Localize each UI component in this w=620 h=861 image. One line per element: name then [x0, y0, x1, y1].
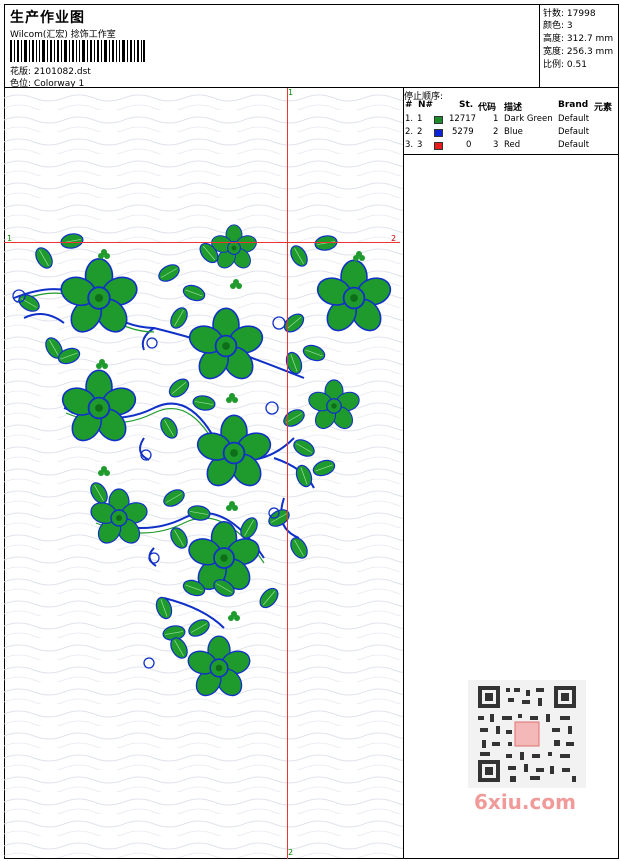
col-stitches: St. — [459, 100, 474, 110]
watermark-text: 6xiu.com — [474, 790, 576, 814]
embroidery-preview — [4, 88, 403, 859]
panel-divider — [404, 154, 619, 155]
studio-name: Wilcom(汇宏) 捻饰工作室 — [10, 30, 116, 40]
color-swatch — [434, 129, 443, 137]
guide-label-bottom: 2 — [288, 848, 294, 857]
design-stats: 针数: 17998 颜色: 3 高度: 312.7 mm 宽度: 256.3 m… — [540, 4, 619, 88]
table-row: 1. 1 12717 1 Dark Green Default — [405, 114, 590, 124]
page-title: 生产作业图 — [10, 10, 85, 26]
color-swatch — [434, 116, 443, 124]
horizontal-guide — [4, 242, 400, 243]
stat-height: 高度: 312.7 mm — [543, 34, 614, 44]
qr-code — [468, 680, 586, 788]
barcode — [10, 40, 145, 62]
stat-colors: 颜色: 3 — [543, 21, 573, 31]
stat-width: 宽度: 256.3 mm — [543, 47, 614, 57]
guide-label-top: 1 — [288, 88, 294, 97]
col-desc: 描述 — [504, 103, 523, 113]
col-code: 代码 — [478, 103, 497, 113]
guide-label-left: 1 — [7, 234, 13, 243]
col-element: 元素 — [594, 103, 613, 113]
col-needle: N# — [418, 100, 434, 110]
vertical-guide — [287, 88, 288, 859]
table-row: 3. 3 0 3 Red Default — [405, 140, 590, 150]
col-brand: Brand — [558, 100, 589, 110]
guide-label-right: 2 — [391, 234, 397, 243]
col-seq: # — [405, 100, 413, 110]
design-canvas: 1 2 1 2 — [4, 88, 404, 859]
header-info: 生产作业图 Wilcom(汇宏) 捻饰工作室 花版: 2101082.dst 色… — [4, 4, 540, 89]
color-swatch — [434, 142, 443, 150]
table-row: 2. 2 5279 2 Blue Default — [405, 127, 590, 137]
stat-scale: 比例: 0.51 — [543, 60, 587, 70]
